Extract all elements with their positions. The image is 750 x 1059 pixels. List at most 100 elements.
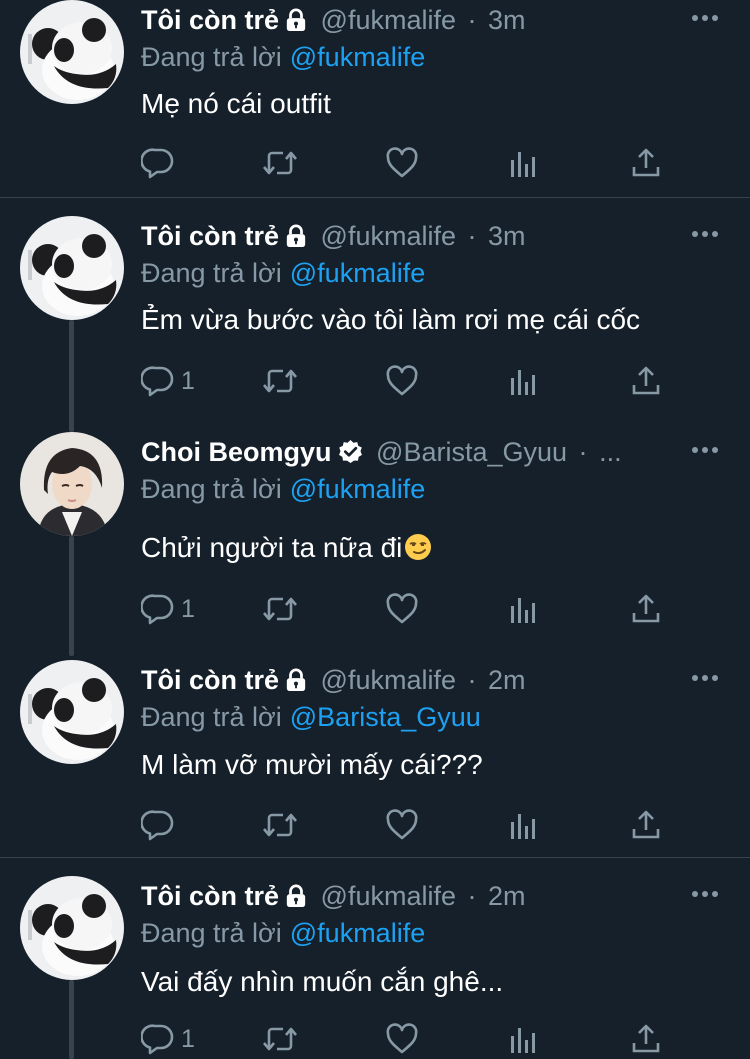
analytics-icon (507, 1022, 541, 1056)
share-button[interactable] (629, 1019, 663, 1059)
tweet[interactable]: Choi Beomgyu @Barista_Gyuu · ... Đang tr… (0, 432, 750, 656)
separator-dot: · (467, 881, 477, 911)
more-options-icon[interactable] (690, 8, 720, 28)
separator-dot: · (467, 665, 477, 695)
tweet-header: Choi Beomgyu @Barista_Gyuu · ... (141, 432, 660, 472)
replying-to: Đang trả lời @fukmalife (141, 255, 425, 291)
replying-to-link[interactable]: @fukmalife (290, 918, 425, 948)
retweet-button[interactable] (261, 589, 299, 629)
reply-button[interactable] (141, 805, 181, 845)
reply-button[interactable] (141, 143, 181, 183)
tweet-text: M làm vỡ mười mấy cái??? (141, 749, 483, 780)
retweet-icon (261, 146, 299, 180)
retweet-icon (261, 808, 299, 842)
tweet[interactable]: Tôi còn trẻ @fukmalife · 2m Đang trả lời… (0, 660, 750, 857)
reply-thread: Tôi còn trẻ @fukmalife · 3m Đang trả lời… (0, 0, 750, 1059)
analytics-icon (507, 808, 541, 842)
author-name[interactable]: Tôi còn trẻ (141, 881, 279, 911)
lock-icon (285, 668, 307, 692)
timestamp[interactable]: ... (599, 437, 622, 467)
author-handle[interactable]: @fukmalife (321, 665, 456, 695)
share-button[interactable] (629, 805, 663, 845)
tweet[interactable]: Tôi còn trẻ @fukmalife · 2m Đang trả lời… (0, 876, 750, 1059)
lock-icon (285, 884, 307, 908)
reply-icon (141, 364, 175, 398)
avatar[interactable] (20, 216, 124, 320)
reply-button[interactable]: 1 (141, 1019, 195, 1059)
tweet-actions (141, 143, 661, 183)
avatar[interactable] (20, 660, 124, 764)
analytics-button[interactable] (507, 143, 541, 183)
reply-icon (141, 1022, 175, 1056)
replying-to-link[interactable]: @fukmalife (290, 474, 425, 504)
thread-connector (69, 980, 74, 1059)
reply-count: 1 (181, 594, 195, 623)
like-button[interactable] (385, 361, 419, 401)
avatar[interactable] (20, 0, 124, 104)
thread-connector (69, 536, 74, 656)
author-name[interactable]: Choi Beomgyu (141, 437, 332, 467)
retweet-icon (261, 592, 299, 626)
like-button[interactable] (385, 143, 419, 183)
analytics-icon (507, 364, 541, 398)
replying-to-link[interactable]: @fukmalife (290, 258, 425, 288)
share-icon (629, 808, 663, 842)
smirk-emoji-icon (404, 533, 432, 561)
like-button[interactable] (385, 589, 419, 629)
timestamp[interactable]: 2m (488, 881, 526, 911)
tweet-header: Tôi còn trẻ @fukmalife · 2m (141, 876, 660, 916)
author-handle[interactable]: @fukmalife (321, 5, 456, 35)
like-button[interactable] (385, 1019, 419, 1059)
share-button[interactable] (629, 589, 663, 629)
share-button[interactable] (629, 143, 663, 183)
author-name[interactable]: Tôi còn trẻ (141, 5, 279, 35)
retweet-icon (261, 1022, 299, 1056)
retweet-button[interactable] (261, 361, 299, 401)
author-name[interactable]: Tôi còn trẻ (141, 221, 279, 251)
lock-icon (285, 8, 307, 32)
analytics-button[interactable] (507, 805, 541, 845)
verified-icon (338, 439, 363, 464)
panda-avatar-image (20, 876, 124, 980)
replying-prefix: Đang trả lời (141, 258, 282, 288)
tweet-text: Ẻm vừa bước vào tôi làm rơi mẹ cái cốc (141, 304, 641, 335)
more-options-icon[interactable] (690, 224, 720, 244)
tweet-actions: 1 (141, 1019, 661, 1059)
tweet[interactable]: Tôi còn trẻ @fukmalife · 3m Đang trả lời… (0, 0, 750, 197)
tweet-actions: 1 (141, 589, 661, 629)
retweet-button[interactable] (261, 805, 299, 845)
replying-prefix: Đang trả lời (141, 42, 282, 72)
author-handle[interactable]: @fukmalife (321, 881, 456, 911)
replying-to-link[interactable]: @Barista_Gyuu (290, 702, 481, 732)
analytics-button[interactable] (507, 361, 541, 401)
replying-to: Đang trả lời @Barista_Gyuu (141, 699, 481, 735)
replying-to: Đang trả lời @fukmalife (141, 471, 425, 507)
replying-prefix: Đang trả lời (141, 474, 282, 504)
reply-icon (141, 592, 175, 626)
reply-button[interactable]: 1 (141, 589, 195, 629)
like-button[interactable] (385, 805, 419, 845)
like-icon (385, 592, 419, 626)
person-avatar-image (20, 432, 124, 536)
timestamp[interactable]: 2m (488, 665, 526, 695)
tweet-text: Vai đấy nhìn muốn cắn ghê... (141, 966, 504, 997)
share-button[interactable] (629, 361, 663, 401)
replying-to-link[interactable]: @fukmalife (290, 42, 425, 72)
timestamp[interactable]: 3m (488, 5, 526, 35)
reply-button[interactable]: 1 (141, 361, 195, 401)
more-options-icon[interactable] (690, 884, 720, 904)
timestamp[interactable]: 3m (488, 221, 526, 251)
retweet-button[interactable] (261, 143, 299, 183)
author-handle[interactable]: @Barista_Gyuu (376, 437, 567, 467)
author-name[interactable]: Tôi còn trẻ (141, 665, 279, 695)
more-options-icon[interactable] (690, 440, 720, 460)
tweet-text: Mẹ nó cái outfit (141, 88, 331, 119)
avatar[interactable] (20, 876, 124, 980)
tweet[interactable]: Tôi còn trẻ @fukmalife · 3m Đang trả lời… (0, 216, 750, 432)
more-options-icon[interactable] (690, 668, 720, 688)
avatar[interactable] (20, 432, 124, 536)
analytics-button[interactable] (507, 1019, 541, 1059)
analytics-button[interactable] (507, 589, 541, 629)
retweet-button[interactable] (261, 1019, 299, 1059)
author-handle[interactable]: @fukmalife (321, 221, 456, 251)
